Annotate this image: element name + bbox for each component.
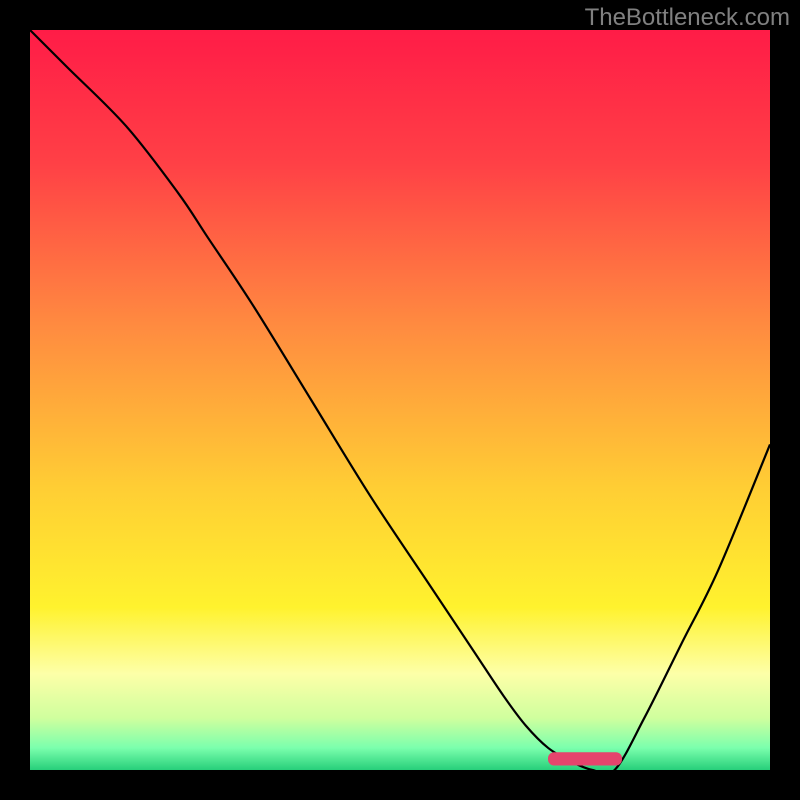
optimal-range-marker <box>548 752 622 765</box>
watermark-text: TheBottleneck.com <box>585 4 790 32</box>
bottleneck-chart <box>0 0 800 800</box>
plot-background <box>30 30 770 770</box>
